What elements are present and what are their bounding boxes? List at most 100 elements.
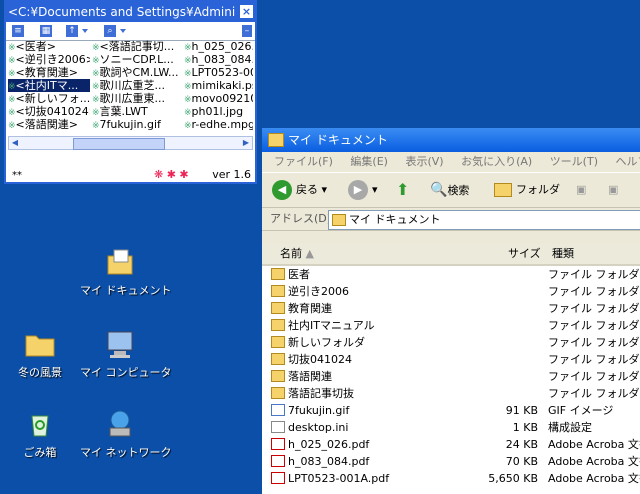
- computer-icon: [104, 328, 136, 360]
- menu-edit[interactable]: 編集(E): [350, 155, 388, 168]
- list-item[interactable]: ※7fukujin.gif: [92, 118, 182, 131]
- file-row[interactable]: 逆引き2006ファイル フォルダ: [262, 283, 640, 300]
- mini-filer-window: <C:¥Documents and Settings¥Admini × ≡ ▦ …: [4, 0, 257, 184]
- file-row[interactable]: 切抜041024ファイル フォルダ: [262, 351, 640, 368]
- list-item[interactable]: ※<切抜041024>: [8, 105, 90, 118]
- back-arrow-icon: ◀: [272, 180, 292, 200]
- mini-title-bar[interactable]: <C:¥Documents and Settings¥Admini ×: [6, 2, 255, 22]
- desktop-icon-my-network[interactable]: マイ ネットワーク: [80, 408, 160, 460]
- column-header-name[interactable]: 名前 ▲: [280, 244, 314, 264]
- folder-icon: [271, 353, 285, 365]
- forward-button[interactable]: ▶▾: [348, 179, 378, 201]
- settings-file-icon: [271, 421, 285, 433]
- list-item[interactable]: ※r-edhe.mpg: [184, 118, 253, 131]
- mini-column: ※h_025_026.pdf ※h_083_084.pdf ※LPT0523-0…: [184, 40, 253, 131]
- address-field[interactable]: マイ ドキュメント: [328, 210, 640, 230]
- list-view-icon[interactable]: ≡: [12, 25, 24, 37]
- list-item[interactable]: ※LPT0523-00: [184, 66, 253, 79]
- explorer-window: マイ ドキュメント ファイル(F) 編集(E) 表示(V) お気に入り(A) ツ…: [262, 128, 640, 488]
- file-row[interactable]: 社内ITマニュアルファイル フォルダ: [262, 317, 640, 334]
- chevron-down-icon[interactable]: [120, 29, 126, 33]
- menu-tools[interactable]: ツール(T): [550, 155, 598, 168]
- folder-icon: [271, 370, 285, 382]
- sort-up-icon: ▲: [306, 247, 314, 260]
- list-item[interactable]: ※歌川広重東...: [92, 92, 182, 105]
- mini-title: <C:¥Documents and Settings¥Admini: [8, 5, 235, 19]
- desktop-icon-label: マイ ネットワーク: [80, 444, 160, 460]
- close-button[interactable]: ×: [240, 5, 253, 18]
- file-row[interactable]: desktop.ini1 KB構成設定: [262, 419, 640, 436]
- list-item[interactable]: ※<新しいフォ...: [8, 92, 90, 105]
- list-item[interactable]: ※mimikaki.psd: [184, 79, 253, 92]
- menu-help[interactable]: ヘルプ(H): [616, 155, 640, 168]
- address-label: アドレス(D): [270, 208, 331, 230]
- file-row[interactable]: h_025_026.pdf24 KBAdobe Acroba 文書: [262, 436, 640, 453]
- version-label: ver 1.6: [212, 168, 251, 181]
- scroll-left-icon[interactable]: ◀: [9, 137, 21, 149]
- folder-icon: [271, 268, 285, 280]
- file-row[interactable]: 落語記事切抜ファイル フォルダ: [262, 385, 640, 402]
- copy-icon[interactable]: ▦: [40, 25, 52, 37]
- file-row[interactable]: 新しいフォルダファイル フォルダ: [262, 334, 640, 351]
- folder-icon: [271, 285, 285, 297]
- file-row[interactable]: 落語関連ファイル フォルダ: [262, 368, 640, 385]
- mini-file-list: ※<医者> ※<逆引き2006> ※<教育関連> ※<社内ITマ... ※<新し…: [8, 40, 253, 132]
- up-folder-button[interactable]: ⬆: [396, 179, 409, 201]
- chevron-down-icon[interactable]: [82, 29, 88, 33]
- desktop-icon-my-documents[interactable]: マイ ドキュメント: [80, 246, 160, 298]
- list-item[interactable]: ※<医者>: [8, 40, 90, 53]
- list-item[interactable]: ※<落語記事切...: [92, 40, 182, 53]
- image-file-icon: [271, 404, 285, 416]
- list-item[interactable]: ※歌川広重芝...: [92, 79, 182, 92]
- list-item[interactable]: ※ソニーCDP.L...: [92, 53, 182, 66]
- menu-favorites[interactable]: お気に入り(A): [461, 155, 532, 168]
- desktop-icon-my-computer[interactable]: マイ コンピュータ: [80, 328, 160, 380]
- list-item[interactable]: ※h_025_026.pdf: [184, 40, 253, 53]
- desktop-icon-recycle-bin[interactable]: ごみ箱: [0, 408, 80, 460]
- column-header-size[interactable]: サイズ: [508, 244, 541, 264]
- search-button[interactable]: 🔍検索: [430, 179, 469, 201]
- list-item[interactable]: ※h_083_084.pdf: [184, 53, 253, 66]
- address-bar: アドレス(D) マイ ドキュメント: [262, 208, 640, 231]
- back-button[interactable]: ◀戻る ▾: [272, 179, 327, 201]
- scroll-right-icon[interactable]: ▶: [240, 137, 252, 149]
- file-list-header: 名前 ▲ サイズ 種類: [262, 244, 640, 266]
- search-icon: 🔍: [430, 182, 447, 198]
- desktop-icon-label: マイ コンピュータ: [80, 364, 160, 380]
- file-row[interactable]: h_083_084.pdf70 KBAdobe Acroba 文書: [262, 453, 640, 470]
- copy-to-button[interactable]: ▣: [608, 179, 618, 201]
- move-to-button[interactable]: ▣: [576, 179, 586, 201]
- pdf-file-icon: [271, 438, 285, 450]
- file-rows: 医者ファイル フォルダ 逆引き2006ファイル フォルダ 教育関連ファイル フォ…: [262, 266, 640, 487]
- minimize-icon[interactable]: –: [242, 25, 252, 37]
- list-item[interactable]: ※言葉.LWT: [92, 105, 182, 118]
- list-item-selected[interactable]: ※<社内ITマ...: [8, 79, 90, 92]
- desktop-icon-winter-landscape[interactable]: 冬の風景: [0, 328, 80, 380]
- file-row[interactable]: 教育関連ファイル フォルダ: [262, 300, 640, 317]
- my-documents-icon: [104, 246, 136, 278]
- folder-icon: [271, 302, 285, 314]
- list-item[interactable]: ※<落語関連>: [8, 118, 90, 131]
- column-header-type[interactable]: 種類: [552, 244, 574, 264]
- list-item[interactable]: ※<逆引き2006>: [8, 53, 90, 66]
- horizontal-scrollbar[interactable]: ◀ ▶: [8, 136, 253, 150]
- list-item[interactable]: ※歌詞やCM.LW...: [92, 66, 182, 79]
- folder-icon: [271, 336, 285, 348]
- file-row[interactable]: 医者ファイル フォルダ: [262, 266, 640, 283]
- pdf-file-icon: [271, 455, 285, 467]
- file-row[interactable]: 7fukujin.gif91 KBGIF イメージ: [262, 402, 640, 419]
- forward-arrow-icon: ▶: [348, 180, 368, 200]
- menu-view[interactable]: 表示(V): [405, 155, 443, 168]
- folder-icon: [271, 319, 285, 331]
- explorer-title-bar[interactable]: マイ ドキュメント: [262, 128, 640, 152]
- up-icon[interactable]: ↑: [66, 25, 78, 37]
- list-item[interactable]: ※<教育関連>: [8, 66, 90, 79]
- scroll-thumb[interactable]: [73, 138, 165, 150]
- file-row[interactable]: LPT0523-001A.pdf5,650 KBAdobe Acroba 文書: [262, 470, 640, 487]
- folder-icon: [271, 387, 285, 399]
- folders-button[interactable]: フォルダ: [494, 179, 560, 201]
- search-icon[interactable]: ⌕: [104, 25, 116, 37]
- list-item[interactable]: ※ph01l.jpg: [184, 105, 253, 118]
- menu-file[interactable]: ファイル(F): [274, 155, 333, 168]
- list-item[interactable]: ※movo092101: [184, 92, 253, 105]
